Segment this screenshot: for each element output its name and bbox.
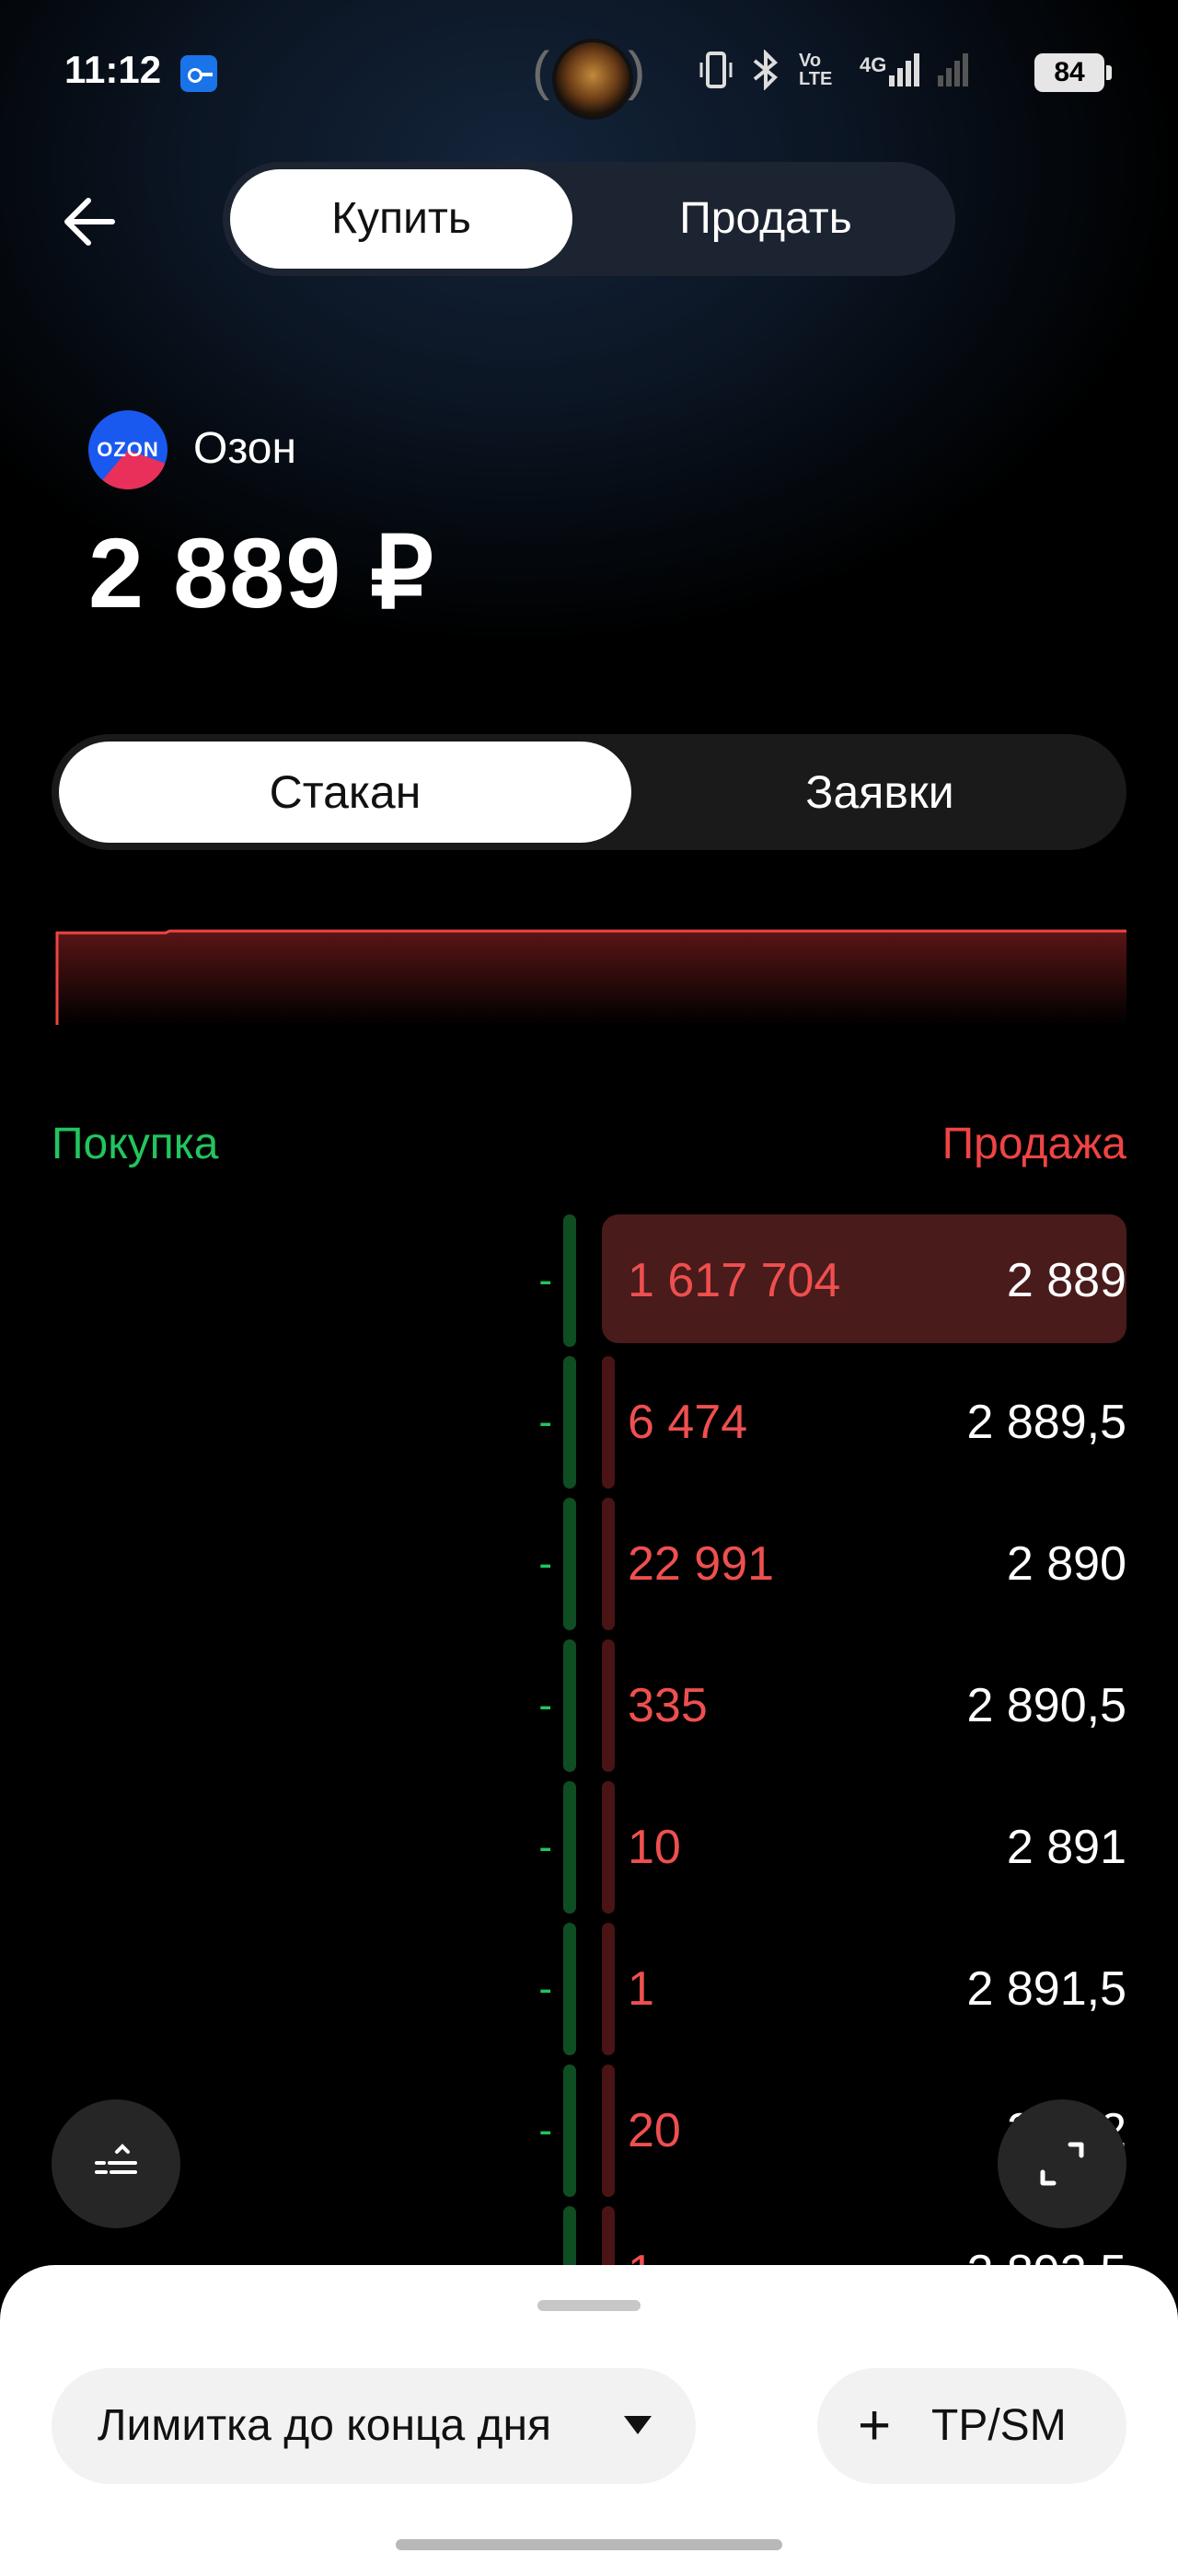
vpn-key-icon [180,55,217,92]
home-indicator[interactable] [396,2539,782,2550]
depth-chart [55,929,1126,1025]
ask-volume: 20 [628,2104,681,2157]
status-time: 11:12 [64,48,162,91]
ask-price: 2 891 [1006,1821,1126,1874]
current-price: 2 889 ₽ [88,517,434,628]
tab-sell[interactable]: Продать [591,169,941,269]
signal-bar [889,75,895,86]
ozon-logo: OZON [88,410,167,489]
ask-price: 2 889,5 [966,1396,1127,1449]
tab-order-book[interactable]: Стакан [59,742,631,843]
bid-depth-bar [563,1498,576,1630]
buy-side-label: Покупка [52,1120,219,1168]
volte-label: Vo LTE [799,51,833,89]
order-book-row[interactable]: - 10 2 891 [0,1781,1178,1914]
depth-area [57,931,1126,1025]
arrow-left-icon [64,198,115,246]
buy-sell-toggle: Купить Продать [223,162,955,276]
expand-icon [1040,2142,1084,2186]
order-book: - 1 617 704 2 889 - 6 474 2 889,5 - 22 9… [0,1214,1178,2339]
order-book-row[interactable]: - 6 474 2 889,5 [0,1356,1178,1489]
bid-volume: - [538,1541,552,1586]
bid-depth-bar [563,1356,576,1489]
bid-depth-bar [563,1781,576,1914]
ask-depth-bar [602,1781,615,1914]
network-type-label: 4G [860,53,887,76]
ask-depth-bar [602,2064,615,2197]
bracket-right: ) [628,41,646,101]
status-bar: 11:12 ( ) Vo LTE 4G 84 [0,0,1178,147]
signal-bar [914,53,920,86]
bottom-sheet: Лимитка до конца дня + TP/SM [0,2265,1178,2576]
status-icons: Vo LTE 4G [699,50,969,90]
plus-icon: + [858,2394,892,2457]
ask-depth-bar [602,1498,615,1630]
ask-volume: 1 [628,1962,654,2016]
ask-price: 2 889 [1006,1254,1126,1307]
ask-volume: 335 [628,1679,708,1732]
tpsm-button[interactable]: + TP/SM [817,2368,1126,2484]
bid-depth-bar [563,1214,576,1347]
signal-empty-icon [938,53,969,86]
bluetooth-icon [753,50,778,90]
signal-bar [954,61,961,86]
order-type-label: Лимитка до конца дня [98,2401,552,2450]
order-book-row[interactable]: - 22 991 2 890 [0,1498,1178,1630]
sell-side-label: Продажа [941,1120,1126,1168]
ask-depth-bar [602,1923,615,2055]
ask-volume: 1 617 704 [628,1254,841,1307]
signal-bar [963,53,969,86]
ask-price: 2 890 [1006,1537,1126,1591]
order-type-select[interactable]: Лимитка до конца дня [52,2368,696,2484]
order-book-row[interactable]: - 335 2 890,5 [0,1639,1178,1772]
signal-bar [906,61,912,86]
ask-volume: 10 [628,1821,681,1874]
bid-volume: - [538,2108,552,2153]
battery-indicator: 84 [1034,53,1112,92]
tpsm-label: TP/SM [931,2401,1067,2450]
bid-depth-bar [563,1923,576,2055]
ask-volume: 6 474 [628,1396,748,1449]
bid-volume: - [538,1258,552,1303]
ask-price: 2 890,5 [966,1679,1127,1732]
bid-depth-bar [563,2064,576,2197]
tab-buy[interactable]: Купить [230,169,572,269]
signal-bar [938,75,944,86]
signal-4g-icon: 4G [860,53,920,86]
signal-bar [946,68,953,86]
bid-volume: - [538,1966,552,2011]
view-toggle: Стакан Заявки [52,734,1126,850]
bid-volume: - [538,1824,552,1869]
signal-bar [897,68,904,86]
ask-price: 2 891,5 [966,1962,1127,2016]
asset-name[interactable]: Озон [193,423,296,474]
ask-volume: 22 991 [628,1537,775,1591]
ask-depth-bar [602,1639,615,1772]
bid-volume: - [538,1683,552,1728]
filter-button[interactable] [52,2099,180,2228]
expand-button[interactable] [998,2099,1126,2228]
order-book-row[interactable]: - 1 2 891,5 [0,1923,1178,2055]
bid-depth-bar [563,1639,576,1772]
sort-lines-icon [95,2144,137,2174]
tab-orders[interactable]: Заявки [641,742,1119,843]
sheet-drag-handle[interactable] [537,2300,641,2311]
order-book-row[interactable]: - 1 617 704 2 889 [0,1214,1178,1347]
notification-avatar [552,39,633,120]
bid-volume: - [538,1399,552,1444]
vibrate-icon [699,52,733,88]
caret-down-icon [624,2416,652,2434]
back-button[interactable] [57,190,121,254]
ask-depth-bar [602,1356,615,1489]
bracket-left: ( [532,41,550,101]
